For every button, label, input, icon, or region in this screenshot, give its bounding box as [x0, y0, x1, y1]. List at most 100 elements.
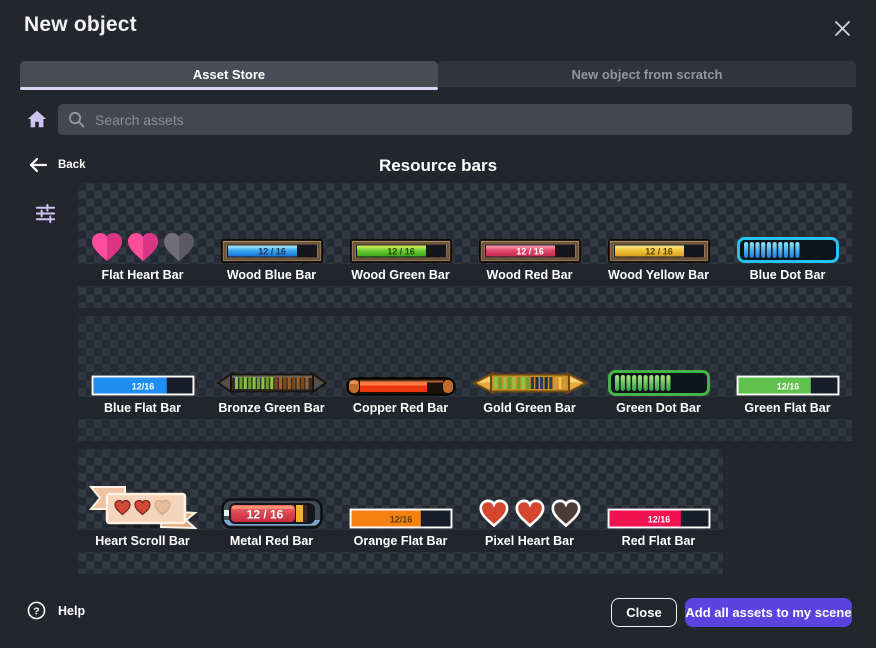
- help-label: Help: [58, 604, 85, 618]
- asset-label: Heart Scroll Bar: [78, 530, 207, 552]
- section-heading: Resource bars: [379, 156, 497, 176]
- dialog-title: New object: [24, 13, 137, 37]
- asset-thumbnail: 12 / 16: [336, 183, 465, 264]
- asset-label: Flat Heart Bar: [78, 264, 207, 286]
- help-icon: ?: [27, 601, 46, 620]
- asset-card-heart-scroll-bar[interactable]: Heart Scroll Bar: [78, 449, 207, 574]
- asset-card-blue-dot-bar[interactable]: Blue Dot Bar: [723, 183, 852, 308]
- svg-text:12 / 16: 12 / 16: [387, 247, 415, 257]
- asset-thumbnail: [207, 316, 336, 397]
- svg-text:12 / 16: 12 / 16: [645, 247, 673, 257]
- new-object-dialog: New object Asset Store New object from s…: [0, 0, 876, 648]
- asset-grid-row: 12/16 Blue Flat Bar Bronze Green Bar Cop…: [78, 316, 852, 441]
- asset-thumbnail: 12 / 16: [465, 183, 594, 264]
- close-dialog-button[interactable]: [828, 14, 856, 42]
- close-button[interactable]: Close: [611, 598, 677, 627]
- asset-card-green-dot-bar[interactable]: Green Dot Bar: [594, 316, 723, 441]
- asset-card-wood-red-bar[interactable]: 12 / 16 Wood Red Bar: [465, 183, 594, 308]
- asset-card-padding: [336, 286, 465, 308]
- asset-card-padding: [723, 286, 852, 308]
- asset-label: Blue Dot Bar: [723, 264, 852, 286]
- asset-card-padding: [594, 552, 723, 574]
- help-button[interactable]: ? Help: [27, 601, 85, 620]
- asset-thumbnail: [594, 316, 723, 397]
- asset-grid-row: Flat Heart Bar 12 / 16 Wood Blue Bar 12 …: [78, 183, 852, 308]
- asset-grid: Flat Heart Bar 12 / 16 Wood Blue Bar 12 …: [78, 183, 852, 582]
- asset-label: Wood Blue Bar: [207, 264, 336, 286]
- asset-card-copper-red-bar[interactable]: Copper Red Bar: [336, 316, 465, 441]
- back-label: Back: [58, 159, 86, 171]
- asset-thumbnail: 12/16: [336, 449, 465, 530]
- search-input[interactable]: [95, 112, 842, 128]
- asset-label: Green Flat Bar: [723, 397, 852, 419]
- asset-thumbnail: 12 / 16: [594, 183, 723, 264]
- back-button[interactable]: Back: [28, 156, 86, 174]
- asset-card-pixel-heart-bar[interactable]: Pixel Heart Bar: [465, 449, 594, 574]
- asset-thumbnail: [336, 316, 465, 397]
- asset-card-padding: [723, 419, 852, 441]
- svg-text:12/16: 12/16: [131, 382, 154, 392]
- asset-card-padding: [207, 286, 336, 308]
- asset-thumbnail: [465, 449, 594, 530]
- asset-label: Wood Green Bar: [336, 264, 465, 286]
- asset-card-wood-blue-bar[interactable]: 12 / 16 Wood Blue Bar: [207, 183, 336, 308]
- asset-card-wood-yellow-bar[interactable]: 12 / 16 Wood Yellow Bar: [594, 183, 723, 308]
- tab-bar: Asset Store New object from scratch: [20, 61, 856, 87]
- asset-label: Wood Red Bar: [465, 264, 594, 286]
- asset-card-green-flat-bar[interactable]: 12/16 Green Flat Bar: [723, 316, 852, 441]
- search-icon: [68, 111, 85, 128]
- asset-card-padding: [78, 552, 207, 574]
- svg-text:?: ?: [33, 606, 39, 617]
- asset-card-padding: [594, 286, 723, 308]
- asset-thumbnail: 12 / 16: [207, 449, 336, 530]
- asset-card-padding: [465, 552, 594, 574]
- tab-asset-store[interactable]: Asset Store: [20, 61, 438, 87]
- svg-text:12 / 16: 12 / 16: [258, 247, 286, 257]
- asset-card-orange-flat-bar[interactable]: 12/16 Orange Flat Bar: [336, 449, 465, 574]
- tab-new-object-from-scratch[interactable]: New object from scratch: [438, 61, 856, 87]
- asset-card-bronze-green-bar[interactable]: Bronze Green Bar: [207, 316, 336, 441]
- add-all-assets-button[interactable]: Add all assets to my scene: [685, 598, 852, 627]
- asset-card-padding: [336, 552, 465, 574]
- asset-card-padding: [594, 419, 723, 441]
- asset-thumbnail: 12/16: [78, 316, 207, 397]
- asset-label: Orange Flat Bar: [336, 530, 465, 552]
- svg-text:12 / 16: 12 / 16: [246, 508, 283, 522]
- asset-card-flat-heart-bar[interactable]: Flat Heart Bar: [78, 183, 207, 308]
- asset-card-gold-green-bar[interactable]: Gold Green Bar: [465, 316, 594, 441]
- svg-text:12 / 16: 12 / 16: [516, 247, 544, 257]
- svg-text:12/16: 12/16: [647, 515, 670, 525]
- asset-card-padding: [336, 419, 465, 441]
- asset-label: Metal Red Bar: [207, 530, 336, 552]
- asset-thumbnail: 12/16: [594, 449, 723, 530]
- asset-label: Gold Green Bar: [465, 397, 594, 419]
- asset-thumbnail: [78, 183, 207, 264]
- asset-thumbnail: [78, 449, 207, 530]
- asset-thumbnail: 12 / 16: [207, 183, 336, 264]
- active-tab-underline: [20, 87, 438, 90]
- asset-card-red-flat-bar[interactable]: 12/16 Red Flat Bar: [594, 449, 723, 574]
- asset-thumbnail: [465, 316, 594, 397]
- asset-card-blue-flat-bar[interactable]: 12/16 Blue Flat Bar: [78, 316, 207, 441]
- asset-label: Red Flat Bar: [594, 530, 723, 552]
- home-icon: [26, 108, 48, 130]
- asset-card-metal-red-bar[interactable]: 12 / 16 Metal Red Bar: [207, 449, 336, 574]
- asset-card-padding: [465, 419, 594, 441]
- asset-label: Green Dot Bar: [594, 397, 723, 419]
- filter-tune-icon: [34, 202, 57, 225]
- back-arrow-icon: [28, 156, 48, 174]
- asset-card-padding: [78, 419, 207, 441]
- close-icon: [834, 20, 851, 37]
- asset-label: Pixel Heart Bar: [465, 530, 594, 552]
- asset-card-padding: [78, 286, 207, 308]
- asset-label: Copper Red Bar: [336, 397, 465, 419]
- home-button[interactable]: [26, 108, 50, 132]
- asset-card-wood-green-bar[interactable]: 12 / 16 Wood Green Bar: [336, 183, 465, 308]
- svg-text:12/16: 12/16: [389, 515, 412, 525]
- asset-label: Blue Flat Bar: [78, 397, 207, 419]
- svg-text:12/16: 12/16: [776, 382, 799, 392]
- asset-card-padding: [465, 286, 594, 308]
- asset-card-padding: [207, 552, 336, 574]
- asset-card-padding: [207, 419, 336, 441]
- filter-button[interactable]: [34, 202, 58, 226]
